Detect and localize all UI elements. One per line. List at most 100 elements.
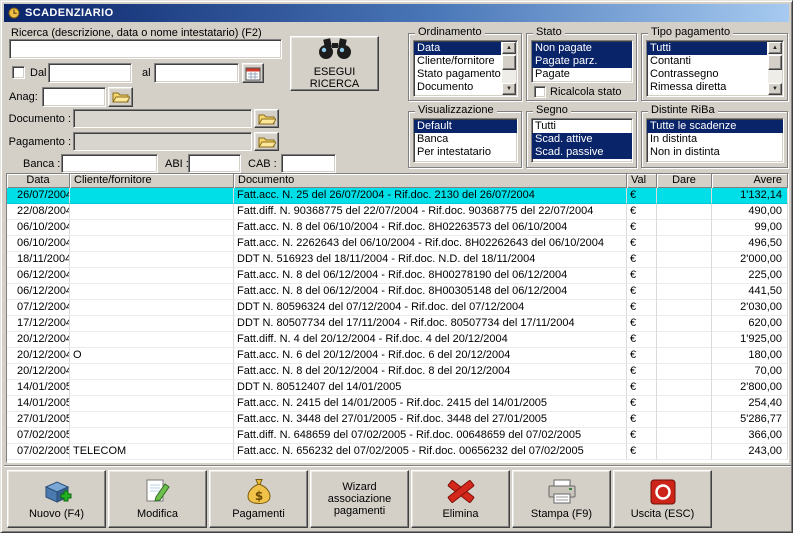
cell-dare	[657, 364, 712, 380]
table-row[interactable]: 06/12/2004 Fatt.acc. N. 8 del 06/12/2004 …	[7, 268, 788, 284]
table-row[interactable]: 22/08/2004 Fatt.diff. N. 90368775 del 22/…	[7, 204, 788, 220]
calendar-button[interactable]	[242, 63, 264, 83]
printer-icon	[547, 479, 577, 505]
table-row[interactable]: 18/11/2004 DDT N. 516923 del 18/11/2004 -…	[7, 252, 788, 268]
ordinamento-option[interactable]: Cliente/fornitore	[414, 55, 501, 68]
scroll-up-icon[interactable]: ▲	[502, 42, 516, 54]
table-row[interactable]: 20/12/2004 O Fatt.acc. N. 6 del 20/12/2004…	[7, 348, 788, 364]
table-row[interactable]: 07/12/2004 DDT N. 80596324 del 07/12/2004…	[7, 300, 788, 316]
cell-data: 18/11/2004	[7, 252, 70, 268]
anag-lookup-button[interactable]	[108, 87, 133, 107]
column-header-documento[interactable]: Documento	[234, 174, 627, 188]
scroll-down-icon[interactable]: ▼	[768, 83, 782, 95]
segno-option[interactable]: Scad. passive	[532, 146, 632, 159]
group-ordinamento-title: Ordinamento	[415, 26, 485, 38]
cell-cliente: O	[70, 348, 234, 364]
stato-option[interactable]: Non pagate	[532, 42, 632, 55]
stato-option[interactable]: Pagate	[532, 68, 632, 81]
cell-documento: Fatt.acc. N. 2262643 del 06/10/2004 - Ri…	[234, 236, 627, 252]
documento-lookup-button[interactable]	[254, 109, 279, 128]
table-row[interactable]: 14/01/2005 DDT N. 80512407 del 14/01/2005…	[7, 380, 788, 396]
ordinamento-option[interactable]: Data	[414, 42, 501, 55]
tipo-pagamento-option[interactable]: Tutti	[647, 42, 767, 55]
scrollbar[interactable]: ▲ ▼	[502, 42, 516, 95]
button-label: Pagamenti	[232, 508, 285, 520]
stampa-button[interactable]: Stampa (F9)	[512, 470, 611, 528]
abi-input[interactable]	[188, 154, 241, 173]
segno-option[interactable]: Scad. attive	[532, 133, 632, 146]
folder-icon	[257, 135, 276, 149]
esegui-ricerca-button[interactable]: ESEGUI RICERCA	[290, 36, 379, 91]
cell-val: €	[627, 220, 657, 236]
group-segno-title: Segno	[533, 104, 571, 116]
column-header-dare[interactable]: Dare	[657, 174, 712, 188]
scroll-down-icon[interactable]: ▼	[502, 83, 516, 95]
pagamento-lookup-button[interactable]	[254, 132, 279, 151]
cell-val: €	[627, 412, 657, 428]
ricerca-input[interactable]	[9, 39, 282, 59]
tipo-pagamento-option[interactable]: Rimessa diretta	[647, 81, 767, 94]
cell-documento: DDT N. 80507734 del 17/11/2004 - Rif.doc…	[234, 316, 627, 332]
anag-input[interactable]	[42, 87, 106, 107]
ricalcola-stato-checkbox[interactable]	[534, 86, 546, 98]
scrollbar-thumb[interactable]	[768, 55, 782, 70]
scrollbar[interactable]: ▲ ▼	[768, 42, 782, 95]
table-row[interactable]: 07/02/2005 TELECOM Fatt.acc. N. 656232 del…	[7, 444, 788, 460]
cell-data: 14/01/2005	[7, 380, 70, 396]
title-bar[interactable]: SCADENZIARIO	[4, 4, 789, 22]
distinte-riba-option[interactable]: Tutte le scadenze	[647, 120, 783, 133]
cell-val: €	[627, 380, 657, 396]
elimina-button[interactable]: Elimina	[411, 470, 510, 528]
cell-avere: 99,00	[712, 220, 788, 236]
tipo-pagamento-option[interactable]: Contrassegno	[647, 68, 767, 81]
dal-checkbox[interactable]	[12, 66, 25, 79]
distinte-riba-option[interactable]: In distinta	[647, 133, 783, 146]
cell-dare	[657, 268, 712, 284]
banca-input[interactable]	[61, 154, 158, 173]
ordinamento-option[interactable]: Documento	[414, 81, 501, 94]
nuovo-button[interactable]: Nuovo (F4)	[7, 470, 106, 528]
visualizzazione-option[interactable]: Default	[414, 120, 517, 133]
stato-option[interactable]: Pagate parz.	[532, 55, 632, 68]
documento-input[interactable]	[73, 109, 252, 128]
table-row[interactable]: 27/01/2005 Fatt.acc. N. 3448 del 27/01/20…	[7, 412, 788, 428]
table-row[interactable]: 06/10/2004 Fatt.acc. N. 2262643 del 06/10…	[7, 236, 788, 252]
tipo-pagamento-option[interactable]: Contanti	[647, 55, 767, 68]
column-header-data[interactable]: Data	[7, 174, 70, 188]
visualizzazione-option[interactable]: Banca	[414, 133, 517, 146]
table-row[interactable]: 20/12/2004 Fatt.diff. N. 4 del 20/12/2004…	[7, 332, 788, 348]
table-row[interactable]: 26/07/2004 Fatt.acc. N. 25 del 26/07/2004…	[7, 188, 788, 204]
cell-data: 17/12/2004	[7, 316, 70, 332]
scroll-up-icon[interactable]: ▲	[768, 42, 782, 54]
table-row[interactable]: 06/12/2004 Fatt.acc. N. 8 del 06/12/2004 …	[7, 284, 788, 300]
table-row[interactable]: 06/10/2004 Fatt.acc. N. 8 del 06/10/2004 …	[7, 220, 788, 236]
cell-avere: 225,00	[712, 268, 788, 284]
table-row[interactable]: 20/12/2004 Fatt.acc. N. 8 del 20/12/2004 …	[7, 364, 788, 380]
cell-avere: 496,50	[712, 236, 788, 252]
table-row[interactable]: 17/12/2004 DDT N. 80507734 del 17/11/2004…	[7, 316, 788, 332]
wizard-associazione-pagamenti-button[interactable]: Wizard associazione pagamenti	[310, 470, 409, 528]
stato-listbox: Non pagate Pagate parz. Pagate	[531, 40, 633, 83]
dal-date-input[interactable]	[48, 63, 132, 83]
banca-label: Banca :	[23, 158, 61, 170]
cell-avere: 2'000,00	[712, 252, 788, 268]
table-row[interactable]: 07/02/2005 Fatt.diff. N. 648659 del 07/02…	[7, 428, 788, 444]
scrollbar-thumb[interactable]	[502, 55, 516, 70]
column-header-val[interactable]: Val	[627, 174, 657, 188]
cab-input[interactable]	[281, 154, 336, 173]
cell-documento: Fatt.diff. N. 648659 del 07/02/2005 - Ri…	[234, 428, 627, 444]
edit-icon	[145, 478, 171, 505]
visualizzazione-option[interactable]: Per intestatario	[414, 146, 517, 159]
cell-dare	[657, 300, 712, 316]
ordinamento-option[interactable]: Stato pagamento	[414, 68, 501, 81]
column-header-cliente[interactable]: Cliente/fornitore	[70, 174, 234, 188]
segno-option[interactable]: Tutti	[532, 120, 632, 133]
modifica-button[interactable]: Modifica	[108, 470, 207, 528]
uscita-button[interactable]: Uscita (ESC)	[613, 470, 712, 528]
al-date-input[interactable]	[154, 63, 239, 83]
distinte-riba-option[interactable]: Non in distinta	[647, 146, 783, 159]
pagamento-input[interactable]	[73, 132, 252, 151]
table-row[interactable]: 14/01/2005 Fatt.acc. N. 2415 del 14/01/20…	[7, 396, 788, 412]
pagamenti-button[interactable]: $ Pagamenti	[209, 470, 308, 528]
column-header-avere[interactable]: Avere	[712, 174, 788, 188]
